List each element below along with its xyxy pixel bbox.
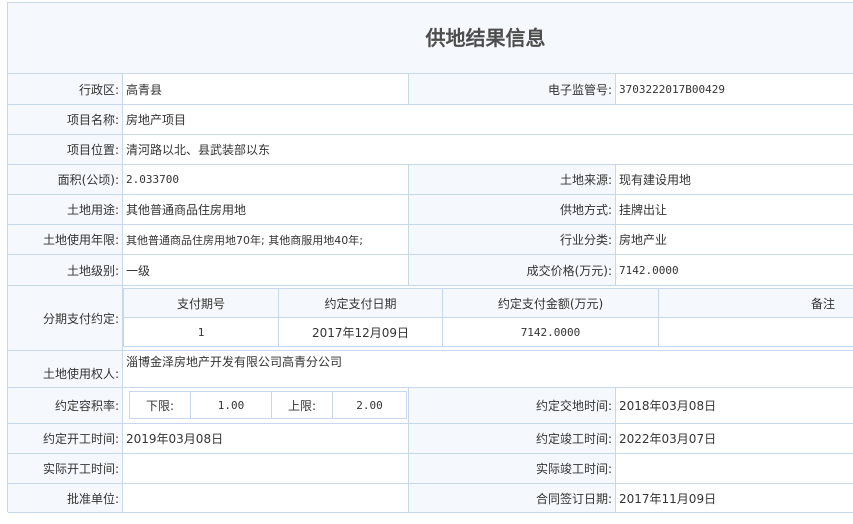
approval-unit-value — [122, 484, 408, 512]
supply-method-value: 挂牌出让 — [615, 195, 853, 224]
use-term-label: 土地使用年限: — [8, 225, 122, 254]
land-source-label: 土地来源: — [408, 165, 615, 194]
contract-date-value: 2017年11月09日 — [615, 484, 853, 512]
land-level-value: 一级 — [122, 255, 408, 285]
finish-time-value: 2022年03月07日 — [615, 424, 853, 453]
row-start-time: 约定开工时间: 2019年03月08日 约定竣工时间: 2022年03月07日 — [8, 424, 853, 454]
land-user-label: 土地使用权人: — [8, 351, 122, 387]
land-user-value: 淄博金泽房地产开发有限公司高青分公司 — [122, 351, 853, 387]
start-time-value: 2019年03月08日 — [122, 424, 408, 453]
far-upper-label: 上限: — [271, 391, 333, 419]
result-table: 供地结果信息 行政区: 高青县 电子监管号: 3703222017B00429 … — [7, 2, 853, 513]
far-lower-value: 1.00 — [190, 391, 272, 419]
actual-start-label: 实际开工时间: — [8, 454, 122, 483]
row-approval: 批准单位: 合同签订日期: 2017年11月09日 — [8, 484, 853, 513]
industry-label: 行业分类: — [408, 225, 615, 254]
installment-cell-period: 1 — [123, 317, 279, 347]
row-land-user: 土地使用权人: 淄博金泽房地产开发有限公司高青分公司 — [8, 351, 853, 388]
land-source-value: 现有建设用地 — [615, 165, 853, 194]
row-project-location: 项目位置: 清河路以北、县武装部以东 — [8, 135, 853, 165]
contract-date-label: 合同签订日期: — [408, 484, 615, 512]
installment-header-amount: 约定支付金额(万元) — [442, 288, 659, 318]
row-area: 面积(公顷): 2.033700 土地来源: 现有建设用地 — [8, 165, 853, 195]
land-level-label: 土地级别: — [8, 255, 122, 285]
area-value: 2.033700 — [122, 165, 408, 194]
row-district: 行政区: 高青县 电子监管号: 3703222017B00429 — [8, 74, 853, 105]
far-upper-value: 2.00 — [332, 391, 407, 419]
row-far: 约定容积率: 下限: 1.00 上限: 2.00 约定交地时间: 2018年03… — [8, 388, 853, 424]
far-lower-label: 下限: — [129, 391, 191, 419]
installment-cell-amount: 7142.0000 — [442, 317, 659, 347]
installment-cell-date: 2017年12月09日 — [278, 317, 443, 347]
installment-header-period: 支付期号 — [123, 288, 279, 318]
use-term-value: 其他普通商品住房用地70年; 其他商服用地40年; — [122, 225, 408, 254]
area-label: 面积(公顷): — [8, 165, 122, 194]
installment-cell-remark — [658, 317, 853, 347]
district-value: 高青县 — [122, 74, 408, 104]
far-label: 约定容积率: — [8, 388, 122, 423]
row-actual-start: 实际开工时间: 实际竣工时间: — [8, 454, 853, 484]
row-project-name: 项目名称: 房地产项目 — [8, 105, 853, 135]
installment-header-date: 约定支付日期 — [278, 288, 443, 318]
approval-unit-label: 批准单位: — [8, 484, 122, 512]
row-use-term: 土地使用年限: 其他普通商品住房用地70年; 其他商服用地40年; 行业分类: … — [8, 225, 853, 255]
installment-label: 分期支付约定: — [8, 286, 122, 350]
far-range: 下限: 1.00 上限: 2.00 — [122, 388, 408, 423]
project-location-value: 清河路以北、县武装部以东 — [122, 135, 853, 164]
delivery-time-value: 2018年03月08日 — [615, 388, 853, 423]
finish-time-label: 约定竣工时间: — [408, 424, 615, 453]
supervision-no-value: 3703222017B00429 — [615, 74, 853, 104]
delivery-time-label: 约定交地时间: — [408, 388, 615, 423]
start-time-label: 约定开工时间: — [8, 424, 122, 453]
actual-finish-label: 实际竣工时间: — [408, 454, 615, 483]
land-use-label: 土地用途: — [8, 195, 122, 224]
land-use-value: 其他普通商品住房用地 — [122, 195, 408, 224]
row-land-level: 土地级别: 一级 成交价格(万元): 7142.0000 — [8, 255, 853, 286]
actual-start-value — [122, 454, 408, 483]
project-name-label: 项目名称: — [8, 105, 122, 134]
supervision-no-label: 电子监管号: — [408, 74, 615, 104]
industry-value: 房地产业 — [615, 225, 853, 254]
district-label: 行政区: — [8, 74, 122, 104]
price-label: 成交价格(万元): — [408, 255, 615, 285]
project-location-label: 项目位置: — [8, 135, 122, 164]
supply-method-label: 供地方式: — [408, 195, 615, 224]
page-title: 供地结果信息 — [8, 3, 853, 74]
row-land-use: 土地用途: 其他普通商品住房用地 供地方式: 挂牌出让 — [8, 195, 853, 225]
row-installment: 分期支付约定: 支付期号 约定支付日期 约定支付金额(万元) 备注 1 2017… — [8, 286, 853, 351]
installment-header-remark: 备注 — [658, 288, 853, 318]
project-name-value: 房地产项目 — [122, 105, 853, 134]
actual-finish-value — [615, 454, 853, 483]
price-value: 7142.0000 — [615, 255, 853, 285]
installment-table: 支付期号 约定支付日期 约定支付金额(万元) 备注 1 2017年12月09日 … — [122, 286, 853, 350]
